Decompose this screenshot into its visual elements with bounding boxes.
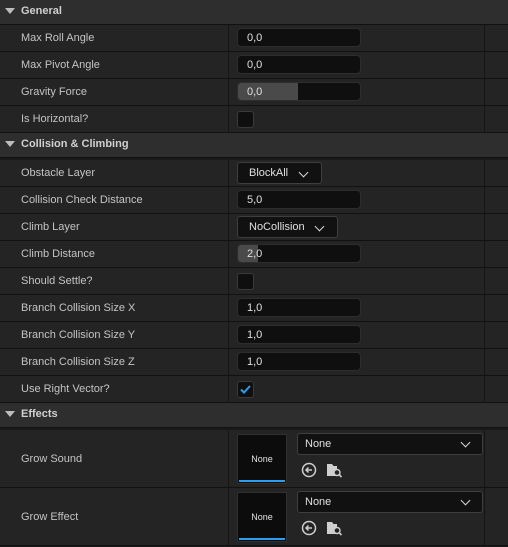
grow-effect-asset-picker[interactable]: None [297, 491, 483, 513]
browse-asset-icon[interactable] [326, 462, 342, 478]
property-label: Max Roll Angle [21, 32, 95, 44]
chevron-down-icon [298, 167, 309, 178]
climb-distance-slider-input[interactable]: 2,0 [237, 244, 361, 263]
max-pivot-angle-input[interactable]: 0,0 [237, 55, 361, 74]
checkmark-icon [240, 385, 251, 394]
use-selected-icon[interactable] [301, 520, 317, 536]
property-label: Branch Collision Size X [21, 302, 136, 314]
branch-collision-size-x-input[interactable]: 1,0 [237, 298, 361, 317]
use-right-vector-checkbox[interactable] [237, 381, 254, 398]
section-title: Collision & Climbing [21, 138, 129, 150]
use-selected-icon[interactable] [301, 462, 317, 478]
section-effects[interactable]: Effects [0, 403, 508, 428]
property-label: Climb Distance [21, 248, 95, 260]
property-row-max-roll-angle: Max Roll Angle 0,0 [0, 25, 508, 52]
chevron-down-icon [460, 437, 471, 448]
collapse-arrow-icon[interactable] [5, 8, 15, 14]
obstacle-layer-dropdown[interactable]: BlockAll [237, 162, 322, 184]
property-label: Gravity Force [21, 86, 88, 98]
property-row-branch-collision-size-x: Branch Collision Size X 1,0 [0, 295, 508, 322]
section-general[interactable]: General [0, 0, 508, 25]
property-label: Grow Sound [21, 453, 83, 465]
property-row-branch-collision-size-z: Branch Collision Size Z 1,0 [0, 349, 508, 376]
thumbnail-accent-bar [239, 538, 285, 540]
property-label: Should Settle? [21, 275, 93, 287]
collapse-arrow-icon[interactable] [5, 411, 15, 417]
is-horizontal-checkbox[interactable] [237, 111, 254, 128]
property-label: Grow Effect [21, 511, 79, 523]
gravity-force-slider-input[interactable]: 0,0 [237, 82, 361, 101]
property-label: Max Pivot Angle [21, 59, 100, 71]
asset-thumbnail[interactable]: None [237, 492, 287, 542]
property-row-obstacle-layer: Obstacle Layer BlockAll [0, 160, 508, 187]
property-label: Climb Layer [21, 221, 80, 233]
collision-check-distance-input[interactable]: 5,0 [237, 190, 361, 209]
property-label: Branch Collision Size Z [21, 356, 135, 368]
property-row-gravity-force: Gravity Force 0,0 [0, 79, 508, 106]
property-row-climb-layer: Climb Layer NoCollision [0, 214, 508, 241]
section-title: Effects [21, 408, 58, 420]
property-row-grow-sound: Grow Sound None None [0, 430, 508, 488]
asset-thumbnail[interactable]: None [237, 434, 287, 484]
collapse-arrow-icon[interactable] [5, 141, 15, 147]
grow-sound-asset-picker[interactable]: None [297, 433, 483, 455]
property-row-use-right-vector: Use Right Vector? [0, 376, 508, 403]
property-label: Use Right Vector? [21, 383, 110, 395]
branch-collision-size-y-input[interactable]: 1,0 [237, 325, 361, 344]
chevron-down-icon [460, 495, 471, 506]
section-title: General [21, 5, 62, 17]
section-collision-climbing[interactable]: Collision & Climbing [0, 133, 508, 158]
property-row-branch-collision-size-y: Branch Collision Size Y 1,0 [0, 322, 508, 349]
branch-collision-size-z-input[interactable]: 1,0 [237, 352, 361, 371]
property-row-grow-effect: Grow Effect None None [0, 488, 508, 546]
browse-asset-icon[interactable] [326, 520, 342, 536]
thumbnail-accent-bar [239, 480, 285, 482]
property-label: Is Horizontal? [21, 113, 89, 125]
property-label: Obstacle Layer [21, 167, 95, 179]
should-settle-checkbox[interactable] [237, 273, 254, 290]
climb-layer-dropdown[interactable]: NoCollision [237, 216, 338, 238]
property-label: Branch Collision Size Y [21, 329, 136, 341]
property-row-is-horizontal: Is Horizontal? [0, 106, 508, 133]
property-label: Collision Check Distance [21, 194, 143, 206]
property-row-collision-check-distance: Collision Check Distance 5,0 [0, 187, 508, 214]
property-row-climb-distance: Climb Distance 2,0 [0, 241, 508, 268]
property-row-should-settle: Should Settle? [0, 268, 508, 295]
max-roll-angle-input[interactable]: 0,0 [237, 28, 361, 47]
chevron-down-icon [314, 221, 325, 232]
property-row-max-pivot-angle: Max Pivot Angle 0,0 [0, 52, 508, 79]
